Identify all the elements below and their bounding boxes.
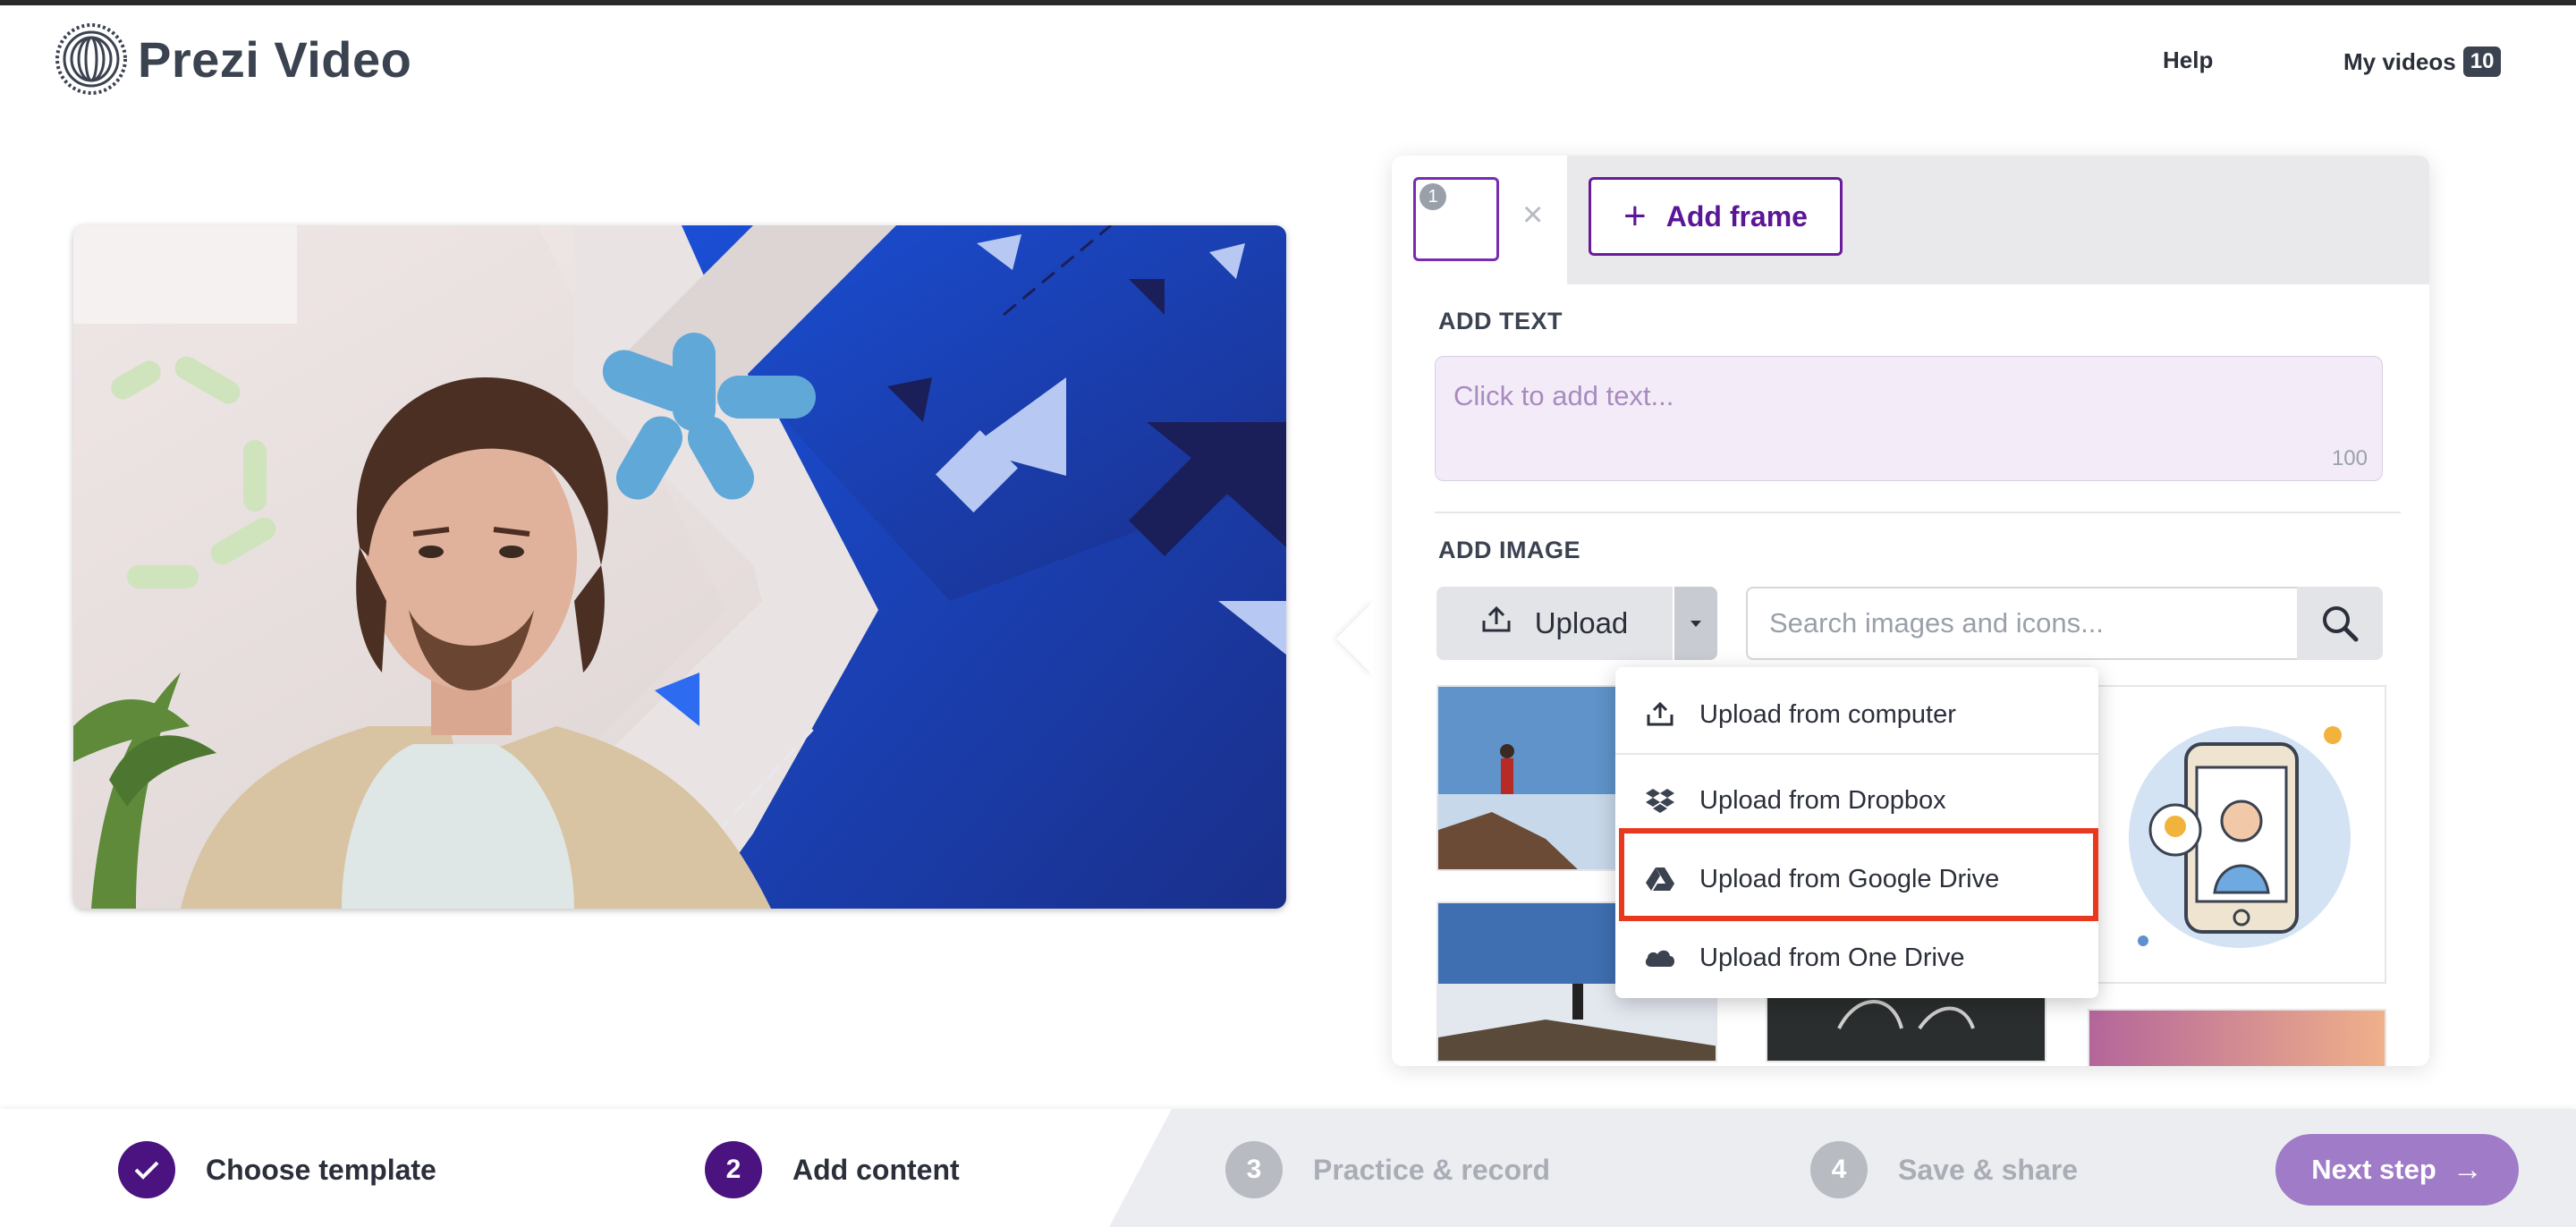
video-count-badge: 10 [2462, 47, 2502, 77]
text-input[interactable]: Click to add text... 100 [1435, 356, 2383, 481]
upload-options-toggle[interactable] [1674, 587, 1717, 660]
menu-item-label: Upload from One Drive [1699, 943, 1965, 972]
check-icon [118, 1141, 175, 1198]
menu-item-label: Upload from Dropbox [1699, 785, 1946, 815]
step-save-share[interactable]: 4 Save & share [1810, 1141, 2078, 1198]
prezi-logo[interactable]: Prezi Video [55, 23, 411, 95]
add-frame-label: Add frame [1665, 199, 1808, 233]
step-label: Add content [792, 1153, 960, 1186]
window-top-edge [0, 0, 2576, 5]
dropbox-icon [1644, 787, 1676, 814]
upload-label: Upload [1534, 606, 1629, 639]
step-label: Choose template [206, 1153, 436, 1186]
cloud-icon [1644, 947, 1676, 969]
help-link[interactable]: Help [2163, 47, 2213, 74]
step-number: 3 [1225, 1141, 1283, 1198]
presenter-video-frame [73, 225, 1286, 909]
my-videos-label: My videos [2343, 47, 2456, 75]
search-button[interactable] [2297, 587, 2383, 660]
add-image-heading: ADD IMAGE [1438, 537, 1580, 563]
plus-icon: + [1623, 194, 1647, 238]
next-step-label: Next step [2311, 1154, 2436, 1185]
section-divider [1435, 512, 2401, 513]
step-number: 2 [705, 1141, 762, 1198]
image-search-input[interactable] [1746, 587, 2297, 660]
frame-number: 1 [1419, 183, 1446, 210]
menu-item-label: Upload from computer [1699, 699, 1956, 729]
menu-separator [1615, 753, 2098, 755]
frame-tab-1: 1 × [1392, 156, 1567, 284]
step-choose-template[interactable]: Choose template [118, 1141, 436, 1198]
search-icon [2323, 606, 2359, 642]
arrow-right-icon: → [2452, 1152, 2483, 1187]
upload-button[interactable]: Upload [1436, 587, 1673, 660]
step-label: Save & share [1898, 1153, 2079, 1186]
upload-icon [1481, 605, 1512, 640]
upload-options-menu: Upload from computer Upload from Dropbox… [1615, 667, 2098, 998]
close-icon[interactable]: × [1522, 195, 1543, 235]
step-practice-record[interactable]: 3 Practice & record [1225, 1141, 1550, 1198]
step-number: 4 [1810, 1141, 1868, 1198]
prezi-logo-icon [55, 23, 127, 95]
chevron-down-icon [1690, 621, 1701, 627]
upload-from-google-drive-item[interactable]: Upload from Google Drive [1615, 841, 2098, 918]
step-add-content[interactable]: 2 Add content [705, 1141, 960, 1198]
my-videos-link[interactable]: My videos 10 [2343, 47, 2502, 77]
menu-item-label: Upload from Google Drive [1699, 864, 2000, 893]
image-result-sunset[interactable] [2088, 1009, 2386, 1066]
add-frame-button[interactable]: + Add frame [1589, 177, 1843, 256]
char-limit: 100 [2331, 446, 2368, 470]
app-name: Prezi Video [138, 30, 412, 88]
google-drive-icon [1644, 867, 1676, 892]
upload-icon [1644, 702, 1676, 727]
add-text-heading: ADD TEXT [1438, 308, 1563, 334]
upload-from-onedrive-item[interactable]: Upload from One Drive [1615, 919, 2098, 996]
text-input-placeholder: Click to add text... [1453, 380, 1674, 411]
upload-from-dropbox-item[interactable]: Upload from Dropbox [1615, 762, 2098, 839]
image-result-phone-illustration[interactable] [2088, 685, 2386, 984]
step-label: Practice & record [1313, 1153, 1551, 1186]
frames-bar: 1 × + Add frame [1392, 156, 2429, 284]
frame-thumbnail[interactable]: 1 [1413, 177, 1499, 261]
upload-from-computer-item[interactable]: Upload from computer [1615, 676, 2098, 753]
next-step-button[interactable]: Next step → [2275, 1134, 2519, 1206]
panel-pointer [1336, 601, 1374, 676]
video-preview[interactable] [73, 225, 1286, 909]
